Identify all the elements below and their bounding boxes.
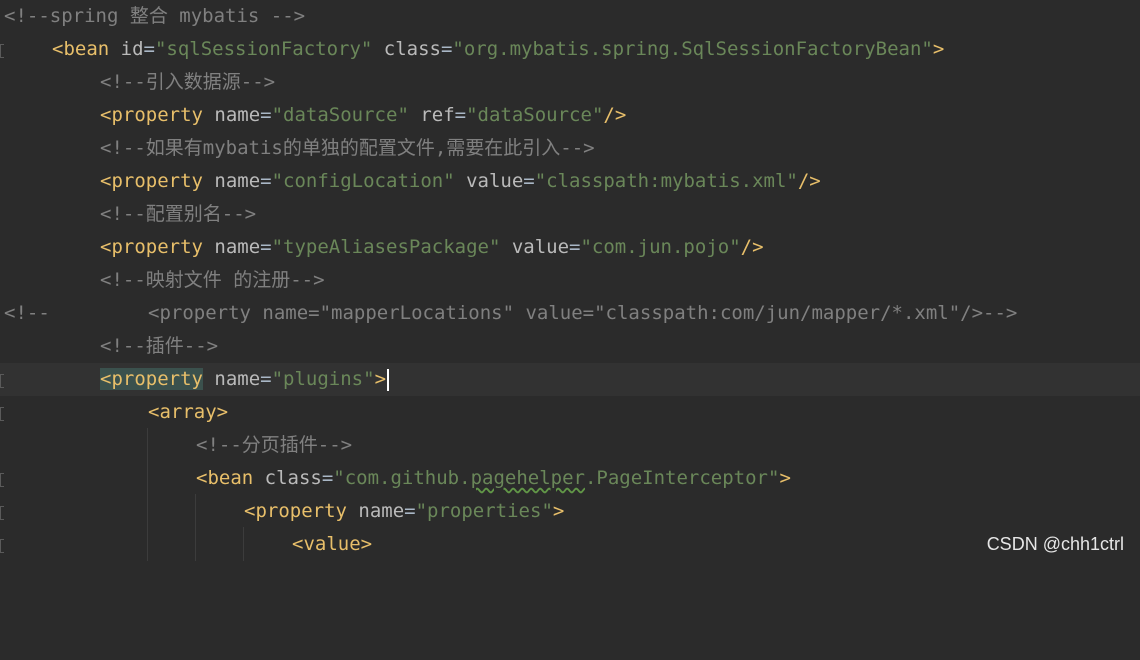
- text-caret: [387, 368, 390, 391]
- code-line[interactable]: <property name="configLocation" value="c…: [0, 165, 1140, 198]
- code-line[interactable]: <!-- <property name="mapperLocations" va…: [0, 297, 1140, 330]
- xml-attr-name: class: [253, 467, 322, 489]
- xml-tag-end: >: [552, 500, 565, 522]
- code-editor[interactable]: <!--spring 整合 mybatis --> <bean id="sqlS…: [0, 0, 1140, 561]
- code-line[interactable]: <bean class="com.github.pagehelper.PageI…: [0, 462, 1140, 495]
- code-line[interactable]: <array>: [0, 396, 1140, 429]
- xml-comment: <!--分页插件-->: [196, 434, 353, 456]
- xml-attr-value: "plugins": [271, 368, 375, 390]
- fold-marker-icon[interactable]: [0, 374, 4, 388]
- xml-attr-value: "configLocation": [271, 170, 455, 192]
- xml-tag-end: >: [932, 38, 945, 60]
- xml-comment: <property name="mapperLocations" value="…: [148, 302, 1018, 324]
- xml-attr-value: "classpath:mybatis.xml": [534, 170, 798, 192]
- xml-tag: <bean: [52, 38, 110, 60]
- xml-attr-name: value: [454, 170, 524, 192]
- code-line[interactable]: <bean id="sqlSessionFactory" class="org.…: [0, 33, 1140, 66]
- xml-attr-value: "properties": [415, 500, 553, 522]
- xml-attr-name: class: [372, 38, 441, 60]
- fold-marker-icon[interactable]: [0, 44, 4, 58]
- xml-attr-name: name: [202, 104, 261, 126]
- xml-attr-name: name: [202, 368, 261, 390]
- xml-attr-value: "com.github.: [333, 467, 471, 489]
- xml-tag: <value: [292, 533, 361, 555]
- xml-tag: <array: [148, 401, 217, 423]
- xml-tag-end: />: [797, 170, 821, 192]
- xml-tag: <property: [100, 236, 203, 258]
- fold-marker-icon[interactable]: [0, 473, 4, 487]
- code-line[interactable]: <!--映射文件 的注册-->: [0, 264, 1140, 297]
- code-line[interactable]: <!--分页插件-->: [0, 429, 1140, 462]
- xml-tag: <bean: [196, 467, 254, 489]
- xml-comment: <!--如果有mybatis的单独的配置文件,需要在此引入-->: [100, 137, 595, 159]
- xml-tag-highlighted: <property: [100, 368, 203, 390]
- xml-attr-value: "com.jun.pojo": [580, 236, 741, 258]
- xml-attr-value: "org.mybatis.spring.SqlSessionFactoryBea…: [452, 38, 933, 60]
- code-line[interactable]: <property name="dataSource" ref="dataSou…: [0, 99, 1140, 132]
- code-line[interactable]: <property name="properties">: [0, 495, 1140, 528]
- xml-tag-end: >: [360, 533, 373, 555]
- xml-attr-value: .PageInterceptor": [584, 467, 780, 489]
- code-line[interactable]: <!--引入数据源-->: [0, 66, 1140, 99]
- xml-comment: <!--映射文件 的注册-->: [100, 269, 325, 291]
- xml-tag-end: />: [603, 104, 627, 126]
- xml-attr-name: name: [202, 170, 261, 192]
- code-line[interactable]: <property name="typeAliasesPackage" valu…: [0, 231, 1140, 264]
- watermark: CSDN @chh1ctrl: [986, 534, 1124, 554]
- xml-attr-name: ref: [408, 104, 455, 126]
- fold-marker-icon[interactable]: [0, 506, 4, 520]
- xml-attr-value: "typeAliasesPackage": [271, 236, 501, 258]
- xml-attr-name: id: [109, 38, 144, 60]
- xml-tag: <property: [100, 170, 203, 192]
- code-line-current[interactable]: <property name="plugins">: [0, 363, 1140, 396]
- fold-marker-icon[interactable]: [0, 539, 4, 553]
- spellcheck-word[interactable]: pagehelper: [471, 467, 585, 489]
- xml-comment: <!--插件-->: [100, 335, 219, 357]
- fold-marker-icon[interactable]: [0, 407, 4, 421]
- xml-tag-end: >: [779, 467, 791, 489]
- xml-tag: <property: [100, 104, 203, 126]
- code-line[interactable]: <value>: [0, 528, 1140, 561]
- xml-attr-value: "sqlSessionFactory": [154, 38, 373, 60]
- xml-attr-name: name: [202, 236, 261, 258]
- xml-attr-value: "dataSource": [466, 104, 604, 126]
- code-line[interactable]: <!--配置别名-->: [0, 198, 1140, 231]
- code-line[interactable]: <!--如果有mybatis的单独的配置文件,需要在此引入-->: [0, 132, 1140, 165]
- code-line[interactable]: <!--spring 整合 mybatis -->: [0, 0, 1140, 33]
- xml-tag-end: />: [740, 236, 764, 258]
- xml-tag: <property: [244, 500, 347, 522]
- xml-comment: <!--spring 整合 mybatis -->: [4, 5, 306, 27]
- xml-attr-name: name: [346, 500, 405, 522]
- xml-attr-value: "dataSource": [271, 104, 409, 126]
- xml-tag-end: >: [216, 401, 229, 423]
- code-line[interactable]: <!--插件-->: [0, 330, 1140, 363]
- xml-attr-name: value: [500, 236, 570, 258]
- xml-comment: <!--配置别名-->: [100, 203, 257, 225]
- xml-comment-prefix: <!--: [4, 302, 50, 324]
- xml-tag-end: >: [374, 368, 387, 390]
- xml-comment: <!--引入数据源-->: [100, 71, 276, 93]
